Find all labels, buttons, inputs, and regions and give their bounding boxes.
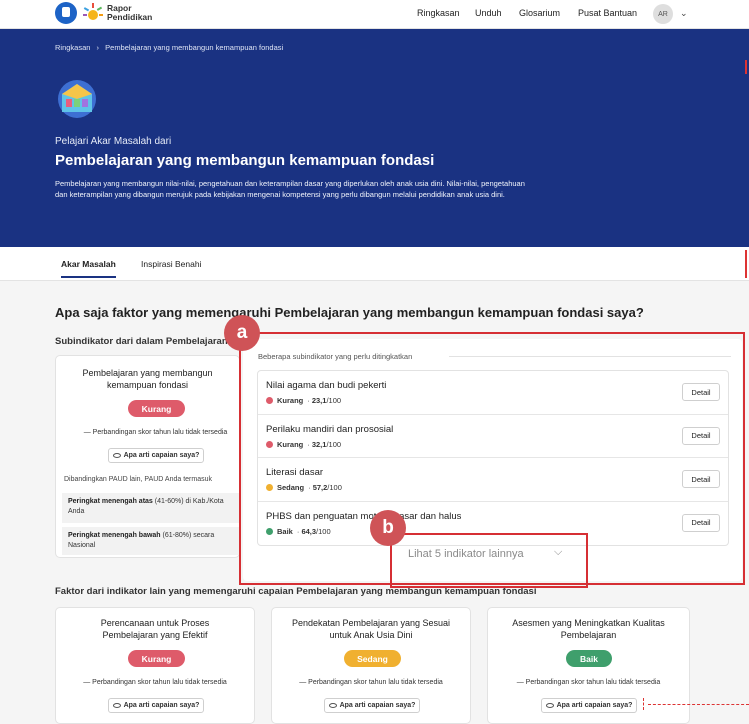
annotation-marker-a: a (224, 315, 260, 351)
brand-name: Rapor Pendidikan (107, 4, 152, 22)
what-achievement-button[interactable]: Apa arti capaian saya? (108, 698, 204, 713)
annotation-edge-mark (745, 250, 747, 278)
page-title: Pembelajaran yang membangun kemampuan fo… (55, 152, 435, 169)
score-comparison: — Perbandingan skor tahun lalu tidak ter… (83, 679, 227, 686)
tab-inspirasi-benahi[interactable]: Inspirasi Benahi (141, 259, 201, 269)
factor-card: Asesmen yang Meningkatkan Kualitas Pembe… (487, 607, 690, 724)
eye-icon (112, 703, 121, 708)
brand-line2: Pendidikan (107, 12, 153, 22)
eye-icon (112, 453, 121, 458)
status-badge: Kurang (128, 650, 185, 667)
section-question: Apa saja faktor yang memengaruhi Pembela… (55, 305, 644, 320)
card-title-line2: kemampuan fondasi (106, 380, 189, 390)
what-achievement-button[interactable]: Apa arti capaian saya? (541, 698, 637, 713)
rank-kabkota-title: Peringkat menengah atas (68, 498, 153, 505)
breadcrumb-separator-icon: › (96, 43, 100, 52)
what-achievement-button[interactable]: Apa arti capaian saya? (108, 448, 204, 463)
what-achievement-label: Apa arti capaian saya? (339, 702, 416, 709)
hero-description: Pembelajaran yang membangun nilai-nilai,… (55, 179, 525, 199)
avatar[interactable]: AR (653, 4, 673, 24)
eye-icon (545, 703, 554, 708)
factor-card: Perencanaan untuk Proses Pembelajaran ya… (55, 607, 255, 724)
what-achievement-label: Apa arti capaian saya? (123, 452, 200, 459)
tab-bar: Akar Masalah Inspirasi Benahi (0, 247, 749, 281)
hero-subtitle: Pelajari Akar Masalah dari (55, 136, 172, 147)
status-badge: Kurang (128, 400, 185, 417)
breadcrumb-root[interactable]: Ringkasan (55, 43, 90, 52)
eye-icon (328, 703, 337, 708)
annotation-edge-mark (745, 60, 747, 74)
subindicator-heading: Subindikator dari dalam Pembelajaran (55, 336, 228, 347)
score-comparison: — Perbandingan skor tahun lalu tidak ter… (83, 429, 228, 436)
house-illustration-icon (58, 80, 96, 118)
annotation-dash-vertical (643, 698, 644, 710)
annotation-box-b (390, 533, 588, 588)
factor-title-line2: Pembelajaran yang Efektif (102, 630, 208, 640)
chevron-down-icon[interactable]: ⌄ (680, 8, 688, 19)
rank-nasional-title: Peringkat menengah bawah (68, 532, 161, 539)
status-badge: Baik (566, 650, 612, 667)
factor-title-line1: Asesmen yang Meningkatkan Kualitas (512, 618, 665, 628)
nav-ringkasan[interactable]: Ringkasan (417, 8, 460, 18)
factor-title-line2: untuk Anak Usia Dini (329, 630, 413, 640)
rapor-sun-logo-icon (83, 3, 103, 20)
breadcrumb: Ringkasan › Pembelajaran yang membangun … (55, 43, 283, 52)
top-nav: Rapor Pendidikan Ringkasan Unduh Glosari… (0, 0, 749, 29)
nav-pusat-bantuan[interactable]: Pusat Bantuan (578, 8, 637, 18)
factor-title-line1: Pendekatan Pembelajaran yang Sesuai (291, 618, 451, 628)
factor-title-line2: Pembelajaran (560, 630, 617, 640)
what-achievement-label: Apa arti capaian saya? (123, 702, 200, 709)
comparison-note: Dibandingkan PAUD lain, PAUD Anda termas… (64, 476, 212, 483)
factor-title-line1: Perencanaan untuk Proses (100, 618, 210, 628)
card-title-line1: Pembelajaran yang membangun (82, 368, 213, 378)
nav-unduh[interactable]: Unduh (475, 8, 502, 18)
hero-banner: Ringkasan › Pembelajaran yang membangun … (0, 29, 749, 247)
score-comparison: — Perbandingan skor tahun lalu tidak ter… (299, 679, 443, 686)
nav-glosarium[interactable]: Glosarium (519, 8, 560, 18)
status-badge: Sedang (344, 650, 401, 667)
ministry-logo-icon (55, 2, 77, 24)
rank-kabkota: Peringkat menengah atas (41-60%) di Kab.… (62, 493, 240, 523)
what-achievement-button[interactable]: Apa arti capaian saya? (324, 698, 420, 713)
annotation-marker-b: b (370, 510, 406, 546)
annotation-dash-horizontal (648, 704, 749, 705)
tab-akar-masalah[interactable]: Akar Masalah (61, 259, 116, 278)
score-comparison: — Perbandingan skor tahun lalu tidak ter… (516, 679, 661, 686)
factor-card: Pendekatan Pembelajaran yang Sesuai untu… (271, 607, 471, 724)
rank-nasional: Peringkat menengah bawah (61-80%) secara… (62, 527, 240, 555)
breadcrumb-current: Pembelajaran yang membangun kemampuan fo… (105, 43, 284, 52)
what-achievement-label: Apa arti capaian saya? (556, 702, 633, 709)
